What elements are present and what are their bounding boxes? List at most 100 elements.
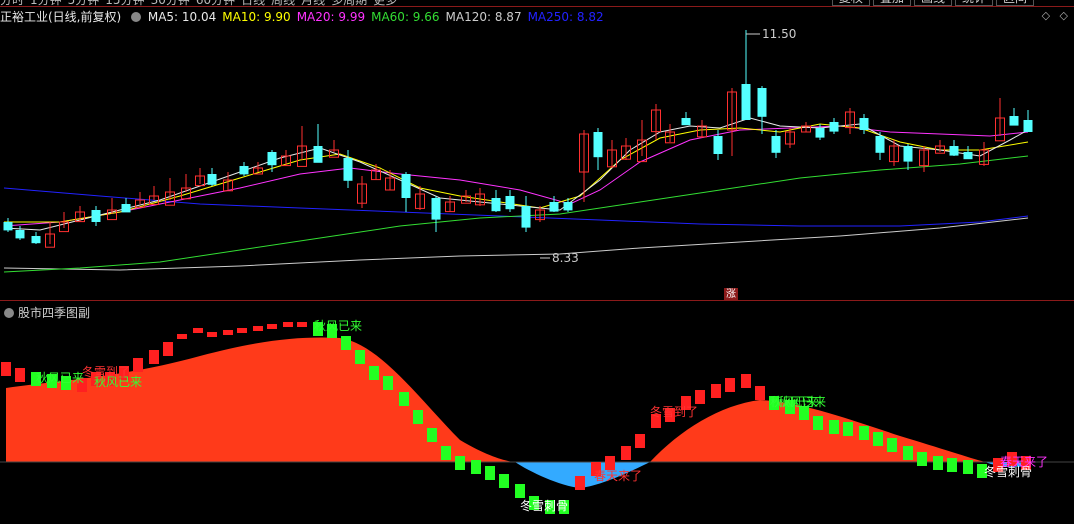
candle-body [431,198,441,220]
season-step-bar [441,446,451,460]
season-area-red [6,337,515,462]
candle-body [505,196,515,210]
season-step-bar [695,390,705,404]
low-price-label: 8.33 [552,251,579,265]
ma-line [4,123,1029,223]
season-step-bar [741,374,751,388]
candle-body [239,166,249,175]
season-step-bar [1,362,11,376]
season-step-bar [133,358,143,372]
season-step-bar [859,426,869,440]
candle-body [903,146,913,162]
candle-body [771,136,781,153]
candle-body [681,118,691,126]
candle-body [1009,116,1019,126]
sub-chart-title: 股市四季图副 [4,304,90,321]
season-step-bar [193,328,203,333]
season-label: 春天来了 [1000,455,1048,469]
season-step-bar [755,386,765,400]
season-step-bar [963,460,973,474]
season-step-bar [515,484,525,498]
season-step-bar [267,324,277,329]
season-step-bar [237,328,247,333]
season-step-bar [843,422,853,436]
candle-body [521,206,531,228]
zhang-badge: 涨 [724,288,738,301]
candle-body [1023,120,1033,132]
season-step-bar [575,476,585,490]
top-separator [0,6,1074,7]
season-step-bar [725,378,735,392]
season-step-bar [829,420,839,434]
season-label: 秋风已来 [314,319,362,333]
candle-body [31,236,41,244]
season-step-bar [933,456,943,470]
season-step-bar [399,392,409,406]
season-step-bar [711,384,721,398]
season-step-bar [383,376,393,390]
candle-body [741,84,751,120]
candle-body [859,118,869,130]
season-step-bar [605,456,615,470]
season-step-bar [499,474,509,488]
season-step-bar [297,322,307,327]
season-area-red [650,400,985,462]
ma-line [3,125,1029,227]
candle-body [757,88,767,117]
season-label: 冬雪到了 [82,364,130,379]
season-step-bar [635,434,645,448]
sub-chart-name: 股市四季图副 [18,306,91,320]
season-step-bar [887,438,897,452]
season-step-bar [149,350,159,364]
candle-body [207,174,217,185]
season-step-bar [253,326,263,331]
season-step-bar [917,452,927,466]
season-step-bar [813,416,823,430]
candle-body [713,136,723,154]
candle-body [267,152,277,166]
season-label: 秋风已来 [778,395,826,409]
season-step-bar [369,366,379,380]
candle-body [3,222,13,231]
candle-body [875,136,885,153]
season-step-bar [427,428,437,442]
season-step-bar [903,446,913,460]
season-label: 冬雪到了 [650,404,698,419]
ma-line [3,187,1029,227]
ma-line [3,117,1029,231]
candle-body [15,230,25,239]
season-step-bar [413,410,423,424]
season-step-bar [177,334,187,339]
season-step-bar [873,432,883,446]
high-price-label: 11.50 [762,27,796,41]
candle-body [121,204,131,213]
season-label: 春天来了 [594,469,642,483]
pane-separator [0,300,1074,301]
season-step-bar [15,368,25,382]
season-step-bar [947,458,957,472]
candle-body [401,174,411,198]
season-step-bar [341,336,351,350]
candle-body [313,146,323,163]
season-step-bar [471,460,481,474]
candle-body [491,198,501,212]
candle-body [563,202,573,211]
season-step-bar [163,342,173,356]
season-step-bar [207,332,217,337]
candle-body [815,128,825,138]
sub-settings-dot-icon[interactable] [4,308,14,318]
season-step-bar [455,456,465,470]
season-step-bar [283,322,293,327]
chart-canvas: 11.508.33秋风已来 秋风已来冬雪到了秋风已来秋风已来冬雪刺骨春天来了冬雪到… [0,27,1074,514]
season-label: 冬雪刺骨 [520,498,568,513]
season-step-bar [223,330,233,335]
season-step-bar [621,446,631,460]
candle-body [963,152,973,160]
candle-body [949,146,959,156]
season-label: 秋风已来 [36,371,84,385]
candle-body [829,122,839,132]
candle-body [343,158,353,181]
candle-body [549,202,559,212]
candle-body [593,132,603,158]
season-step-bar [485,466,495,480]
